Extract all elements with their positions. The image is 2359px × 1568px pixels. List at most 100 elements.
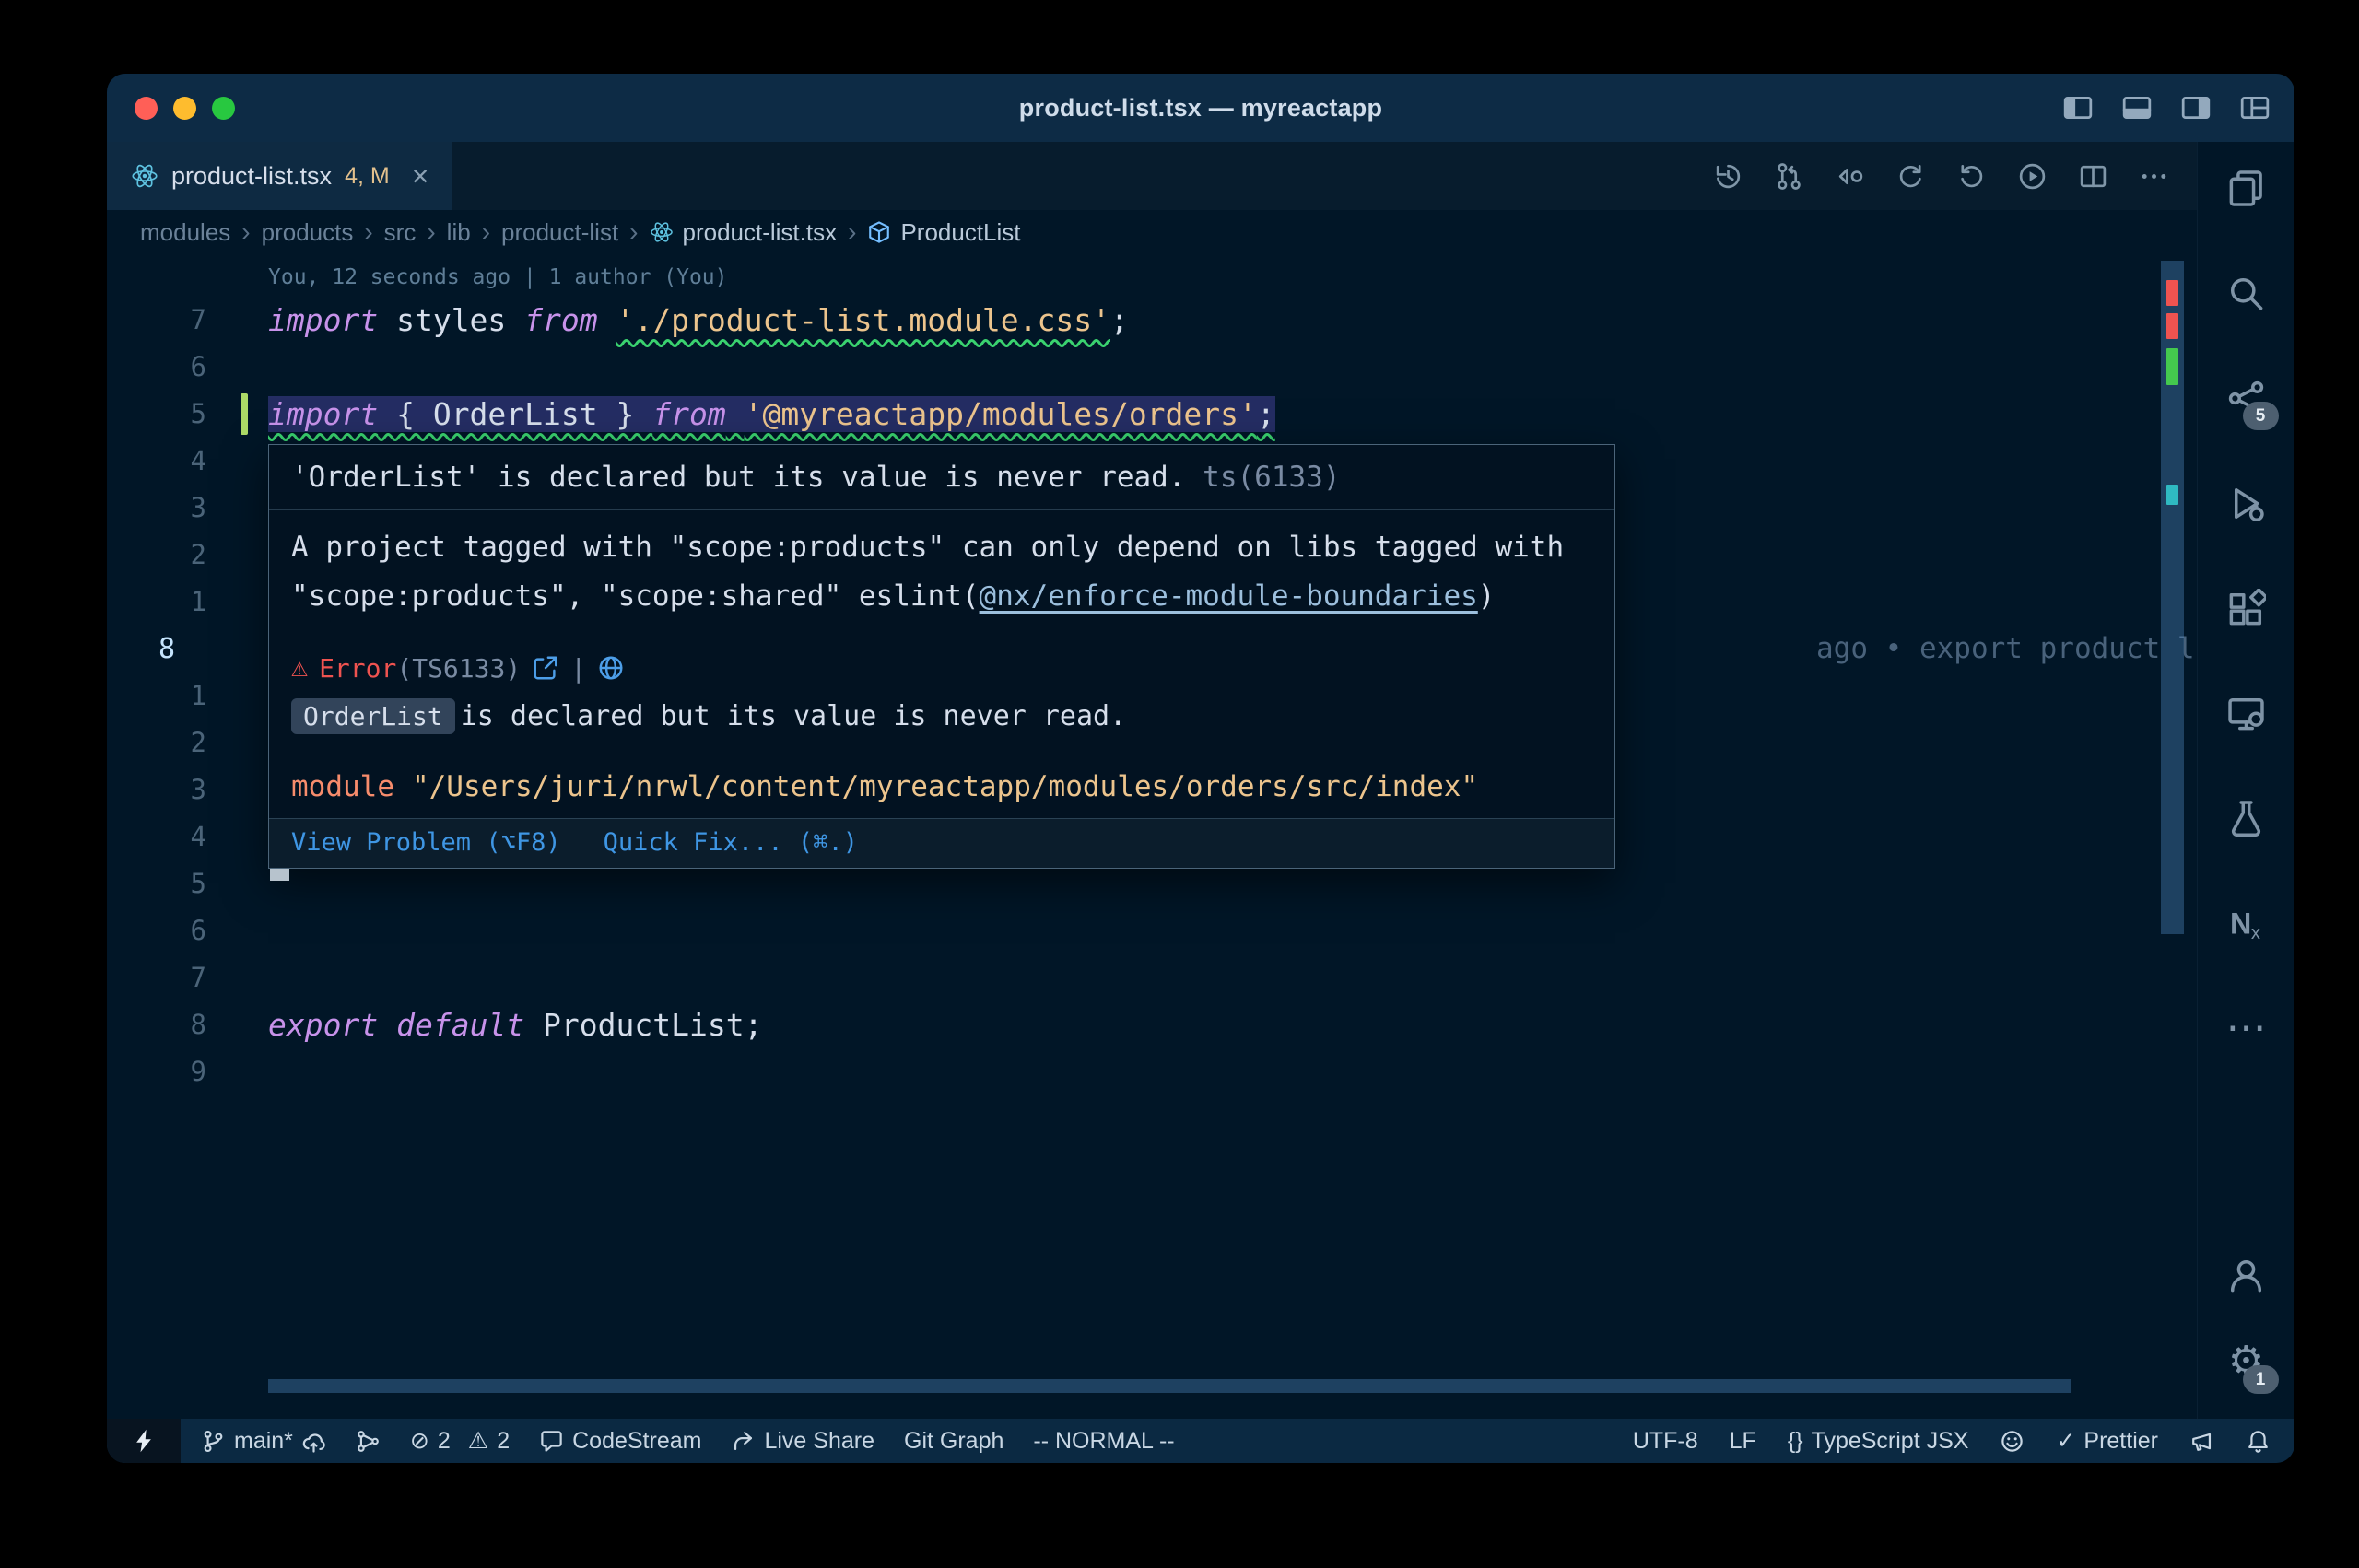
remote-explorer-icon[interactable] — [2223, 689, 2271, 737]
git-graph-label: Git Graph — [904, 1428, 1003, 1455]
settings-badge: 1 — [2243, 1365, 2279, 1394]
breadcrumb-item-file[interactable]: product-list.tsx — [650, 218, 838, 247]
remote-indicator[interactable] — [107, 1419, 181, 1463]
prettier-status[interactable]: ✓ Prettier — [2056, 1428, 2158, 1455]
breadcrumb-file-label: product-list.tsx — [683, 218, 838, 247]
breadcrumb-item-src[interactable]: src — [384, 218, 417, 247]
code-line[interactable]: 8export default ProductList; — [107, 1001, 2197, 1048]
previous-change-icon[interactable] — [1895, 161, 1926, 192]
toggle-left-sidebar-icon[interactable] — [2062, 92, 2094, 123]
code-line[interactable]: 7import styles from './product-list.modu… — [107, 297, 2197, 344]
announcement-button[interactable] — [2189, 1429, 2214, 1454]
split-editor-icon[interactable] — [2078, 161, 2108, 192]
warning-count: 2 — [497, 1428, 510, 1455]
window-title: product-list.tsx — myreactapp — [1019, 94, 1382, 123]
view-problem-link[interactable]: View Problem (⌥F8) — [291, 828, 561, 857]
notifications-button[interactable] — [2246, 1429, 2271, 1454]
timeline-history-icon[interactable] — [1713, 161, 1743, 192]
chevron-right-icon: › — [482, 217, 490, 247]
code-editor[interactable]: You, 12 seconds ago | 1 author (You) 7im… — [107, 254, 2197, 1419]
open-changes-icon[interactable] — [1835, 161, 1865, 192]
codelens-blame[interactable]: You, 12 seconds ago | 1 author (You) — [107, 254, 2197, 297]
line-number: 5 — [191, 391, 206, 438]
megaphone-icon — [2189, 1429, 2214, 1454]
run-file-icon[interactable] — [2017, 161, 2048, 192]
close-window-button[interactable] — [135, 97, 158, 120]
code-line[interactable]: 6 — [107, 344, 2197, 391]
check-icon: ✓ — [2056, 1430, 2075, 1453]
horizontal-scrollbar[interactable] — [268, 1379, 2071, 1393]
gutter: 9 — [107, 1048, 268, 1095]
tab-product-list[interactable]: product-list.tsx 4, M × — [107, 142, 452, 210]
problems-status[interactable]: ⊘ 2 ⚠ 2 — [410, 1428, 510, 1455]
accounts-icon[interactable] — [2223, 1251, 2271, 1299]
globe-icon[interactable] — [597, 654, 625, 682]
source-control-badge: 5 — [2243, 402, 2279, 430]
testing-icon[interactable] — [2223, 794, 2271, 842]
breadcrumb-item-product-list[interactable]: product-list — [501, 218, 618, 247]
breadcrumb-item-modules[interactable]: modules — [140, 218, 230, 247]
git-graph-status[interactable]: Git Graph — [904, 1428, 1003, 1455]
breadcrumb-item-symbol[interactable]: ProductList — [867, 218, 1020, 247]
hover-error-row: ⚠ Error(TS6133) | — [269, 638, 1614, 687]
live-share-status[interactable]: Live Share — [731, 1428, 874, 1455]
minimize-window-button[interactable] — [173, 97, 196, 120]
code-line[interactable]: 7 — [107, 954, 2197, 1001]
bell-icon — [2246, 1429, 2271, 1454]
hover-resize-grip[interactable] — [270, 869, 289, 881]
encoding-status[interactable]: UTF-8 — [1633, 1428, 1698, 1455]
title-bar: product-list.tsx — myreactapp — [107, 74, 2294, 142]
commit-graph-button[interactable] — [356, 1429, 381, 1454]
eol-status[interactable]: LF — [1730, 1428, 1756, 1455]
tab-label: product-list.tsx — [171, 162, 332, 191]
breadcrumb-item-lib[interactable]: lib — [447, 218, 471, 247]
line-number: 5 — [191, 860, 206, 907]
search-icon[interactable] — [2223, 269, 2271, 317]
branch-status[interactable]: main* — [201, 1428, 326, 1455]
chevron-right-icon: › — [848, 217, 856, 247]
toggle-right-sidebar-icon[interactable] — [2180, 92, 2212, 123]
code-line[interactable]: 6 — [107, 907, 2197, 954]
line-number: 6 — [191, 907, 206, 954]
breadcrumb-item-products[interactable]: products — [262, 218, 354, 247]
gutter: 1 — [107, 579, 268, 626]
eslint-rule-link[interactable]: @nx/enforce-module-boundaries — [980, 579, 1478, 613]
toggle-panel-icon[interactable] — [2121, 92, 2153, 123]
symbol-chip: OrderList — [291, 698, 455, 734]
customize-layout-icon[interactable] — [2239, 92, 2271, 123]
code-text: import { OrderList } from '@myreactapp/m… — [268, 391, 2197, 438]
codestream-status[interactable]: CodeStream — [539, 1428, 701, 1455]
gutter: 2 — [107, 532, 268, 579]
hover-diagnostic-code: ts(6133) — [1203, 461, 1340, 494]
extensions-icon[interactable] — [2223, 584, 2271, 632]
code-text — [268, 1048, 2197, 1095]
line-number: 3 — [191, 766, 206, 813]
more-views-icon[interactable]: ⋯ — [2223, 1004, 2271, 1052]
nx-console-icon[interactable]: Nx — [2223, 899, 2271, 947]
run-debug-icon[interactable] — [2223, 479, 2271, 527]
error-mark — [2166, 313, 2178, 339]
quick-fix-link[interactable]: Quick Fix... (⌘.) — [604, 828, 858, 857]
modified-mark — [2166, 348, 2178, 385]
next-change-icon[interactable] — [1956, 161, 1987, 192]
git-compare-icon[interactable] — [1774, 161, 1804, 192]
source-control-icon[interactable]: 5 — [2223, 374, 2271, 422]
code-line[interactable]: 5 import { OrderList } from '@myreactapp/… — [107, 391, 2197, 438]
feedback-smiley-button[interactable] — [2000, 1429, 2025, 1454]
language-label: TypeScript JSX — [1812, 1428, 1969, 1455]
code-line[interactable]: 9 — [107, 1048, 2197, 1095]
breadcrumb-symbol-label: ProductList — [900, 218, 1020, 247]
language-mode-status[interactable]: {} TypeScript JSX — [1788, 1428, 1969, 1455]
more-actions-icon[interactable] — [2139, 161, 2169, 192]
open-external-icon[interactable] — [532, 654, 559, 682]
warnings-icon: ⚠ — [468, 1430, 488, 1453]
settings-gear-icon[interactable]: ⚙ 1 — [2223, 1338, 2271, 1386]
gutter: 2 — [107, 720, 268, 766]
tab-close-icon[interactable]: × — [412, 161, 429, 191]
vim-mode-indicator[interactable]: -- NORMAL -- — [1033, 1428, 1174, 1455]
cloud-upload-icon — [301, 1429, 326, 1454]
gutter: 5 — [107, 860, 268, 907]
explorer-icon[interactable] — [2223, 164, 2271, 212]
chevron-right-icon: › — [364, 217, 372, 247]
zoom-window-button[interactable] — [212, 97, 235, 120]
